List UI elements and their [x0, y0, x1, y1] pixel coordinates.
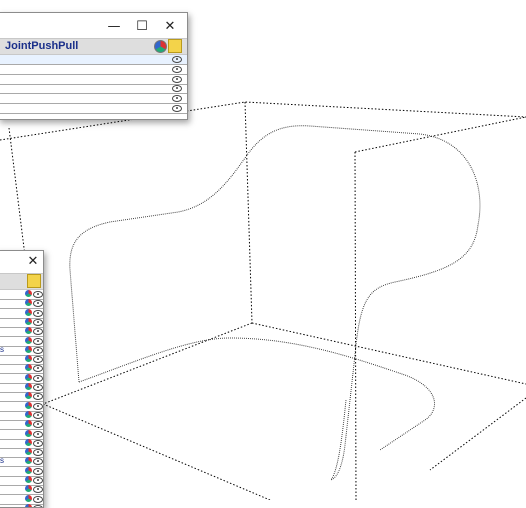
eye-icon[interactable] [172, 56, 182, 63]
maximize-button[interactable]: ☐ [130, 17, 154, 37]
panel-titlebar[interactable]: ✕ [0, 251, 43, 273]
list-item[interactable] [0, 104, 187, 114]
eye-icon[interactable] [33, 384, 43, 391]
guide-edge-inner-vertical [354, 151, 357, 500]
list-item[interactable] [0, 65, 187, 75]
paint-icon[interactable] [25, 410, 32, 418]
paint-icon[interactable] [25, 401, 32, 409]
list-item[interactable] [0, 55, 187, 65]
row-label: s [0, 456, 4, 466]
paint-icon[interactable] [25, 392, 32, 400]
row-label: s [0, 344, 4, 354]
eye-icon[interactable] [33, 439, 43, 447]
paint-icon[interactable] [25, 355, 32, 363]
eye-icon[interactable] [33, 328, 43, 336]
guide-edge-back-vertical [244, 101, 253, 324]
tags-panel: ✕ s s [0, 250, 44, 508]
paint-icon[interactable] [25, 494, 32, 502]
paint-icon[interactable] [25, 476, 32, 483]
eye-icon[interactable] [33, 356, 43, 364]
eye-icon[interactable] [33, 411, 43, 419]
eye-icon[interactable] [33, 458, 43, 466]
eye-icon[interactable] [33, 449, 43, 457]
eye-icon[interactable] [172, 105, 182, 112]
guide-edge-inner-top [354, 116, 526, 153]
paint-icon[interactable] [25, 429, 32, 437]
eye-icon[interactable] [33, 318, 43, 326]
paint-icon[interactable] [154, 40, 167, 53]
paint-icon[interactable] [25, 336, 32, 344]
paint-icon[interactable] [25, 327, 32, 335]
minimize-button[interactable]: — [102, 17, 126, 37]
panel-header: JointPushPull [0, 38, 187, 55]
close-button[interactable]: ✕ [158, 17, 182, 37]
guide-edge-floor-left [42, 322, 253, 405]
paint-icon[interactable] [25, 308, 32, 316]
paint-icon[interactable] [25, 466, 32, 474]
paint-icon[interactable] [25, 345, 32, 353]
eye-icon[interactable] [172, 85, 182, 93]
eye-icon[interactable] [33, 430, 43, 438]
paint-icon[interactable] [25, 373, 32, 381]
list-item[interactable] [0, 84, 187, 95]
chair-profile-curve [69, 125, 481, 482]
eye-icon[interactable] [33, 486, 43, 494]
eye-icon[interactable] [172, 95, 182, 103]
paint-icon[interactable] [25, 383, 32, 390]
eye-icon[interactable] [33, 300, 43, 308]
paint-icon[interactable] [25, 420, 32, 428]
guide-edge-floor-right [429, 397, 526, 471]
paint-icon[interactable] [25, 457, 32, 465]
list-item[interactable] [0, 75, 187, 85]
wrench-icon[interactable] [168, 39, 182, 53]
guide-edge-floor-front [42, 403, 271, 500]
list-item[interactable] [0, 503, 43, 507]
eye-icon[interactable] [33, 291, 43, 298]
paint-icon[interactable] [25, 503, 32, 507]
eye-icon[interactable] [33, 337, 43, 345]
eye-icon[interactable] [33, 402, 43, 410]
paint-icon[interactable] [25, 364, 32, 372]
wrench-icon[interactable] [27, 274, 41, 288]
eye-icon[interactable] [33, 309, 43, 317]
eye-icon[interactable] [33, 421, 43, 429]
close-button[interactable]: ✕ [21, 252, 43, 272]
paint-icon[interactable] [25, 448, 32, 456]
panel-header-title: JointPushPull [5, 40, 79, 52]
eye-icon[interactable] [33, 374, 43, 382]
eye-icon[interactable] [33, 393, 43, 401]
list-item[interactable] [0, 94, 187, 105]
chair-seat-curve [78, 337, 435, 451]
paint-icon[interactable] [25, 299, 32, 307]
panel-header [0, 273, 43, 290]
paint-icon[interactable] [25, 438, 32, 446]
eye-icon[interactable] [33, 477, 43, 484]
panel-titlebar[interactable]: — ☐ ✕ [0, 13, 187, 41]
eye-icon[interactable] [172, 75, 182, 83]
eye-icon[interactable] [172, 65, 182, 73]
paint-icon[interactable] [25, 485, 32, 493]
eye-icon[interactable] [33, 346, 43, 354]
push-pull-panel: — ☐ ✕ JointPushPull [0, 12, 188, 120]
paint-icon[interactable] [25, 317, 32, 325]
paint-icon[interactable] [25, 290, 32, 297]
eye-icon[interactable] [33, 365, 43, 373]
eye-icon[interactable] [33, 495, 43, 503]
eye-icon[interactable] [33, 467, 43, 475]
guide-edge-floor-back [251, 322, 526, 385]
